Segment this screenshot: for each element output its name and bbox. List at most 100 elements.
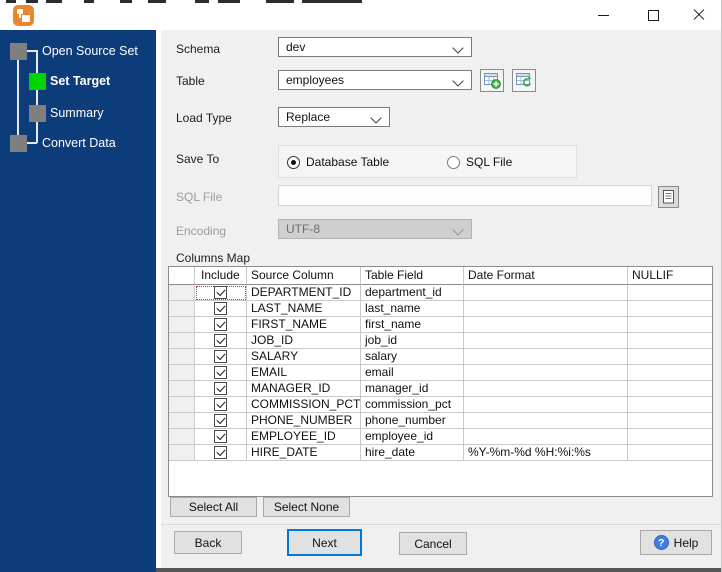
nullif-cell[interactable] [628, 397, 712, 413]
include-cell[interactable] [195, 301, 247, 317]
help-button[interactable]: ? Help [640, 530, 712, 555]
table-field-cell[interactable]: hire_date [361, 445, 464, 461]
radio-selected-icon [287, 155, 300, 169]
include-cell[interactable] [195, 445, 247, 461]
date-format-cell[interactable] [464, 333, 628, 349]
row-selector[interactable] [169, 317, 195, 333]
include-checkbox[interactable] [214, 382, 227, 395]
row-selector[interactable] [169, 285, 195, 301]
table-field-cell[interactable]: phone_number [361, 413, 464, 429]
include-checkbox[interactable] [214, 446, 227, 459]
include-checkbox[interactable] [214, 318, 227, 331]
nullif-cell[interactable] [628, 413, 712, 429]
minimize-button[interactable] [588, 1, 618, 29]
include-cell[interactable] [195, 397, 247, 413]
source-column-cell[interactable]: LAST_NAME [247, 301, 361, 317]
row-selector[interactable] [169, 381, 195, 397]
table-field-cell[interactable]: employee_id [361, 429, 464, 445]
nullif-cell[interactable] [628, 285, 712, 301]
include-checkbox[interactable] [214, 398, 227, 411]
source-column-header: Source Column [247, 267, 361, 285]
include-checkbox[interactable] [214, 430, 227, 443]
schema-select[interactable]: dev [278, 37, 472, 57]
nullif-cell[interactable] [628, 429, 712, 445]
date-format-cell[interactable] [464, 429, 628, 445]
include-checkbox[interactable] [214, 414, 227, 427]
close-button[interactable] [684, 1, 714, 29]
include-cell[interactable] [195, 413, 247, 429]
date-format-cell[interactable] [464, 285, 628, 301]
nullif-cell[interactable] [628, 445, 712, 461]
source-column-cell[interactable]: EMPLOYEE_ID [247, 429, 361, 445]
include-cell[interactable] [195, 381, 247, 397]
nullif-cell[interactable] [628, 301, 712, 317]
encoding-label: Encoding [176, 224, 227, 238]
include-checkbox[interactable] [214, 366, 227, 379]
back-button[interactable]: Back [174, 531, 242, 554]
include-checkbox[interactable] [214, 286, 227, 299]
maximize-button[interactable] [638, 1, 668, 29]
include-cell[interactable] [195, 317, 247, 333]
refresh-tables-button[interactable] [512, 69, 536, 92]
source-column-cell[interactable]: MANAGER_ID [247, 381, 361, 397]
source-column-cell[interactable]: DEPARTMENT_ID [247, 285, 361, 301]
row-selector[interactable] [169, 301, 195, 317]
date-format-cell[interactable]: %Y-%m-%d %H:%i:%s [464, 445, 628, 461]
include-cell[interactable] [195, 285, 247, 301]
date-format-cell[interactable] [464, 397, 628, 413]
table-field-cell[interactable]: first_name [361, 317, 464, 333]
add-table-icon [483, 73, 501, 89]
row-selector[interactable] [169, 333, 195, 349]
cancel-button[interactable]: Cancel [399, 532, 467, 555]
table-field-cell[interactable]: last_name [361, 301, 464, 317]
include-cell[interactable] [195, 349, 247, 365]
source-column-cell[interactable]: COMMISSION_PCT [247, 397, 361, 413]
source-column-cell[interactable]: HIRE_DATE [247, 445, 361, 461]
date-format-cell[interactable] [464, 349, 628, 365]
source-column-cell[interactable]: SALARY [247, 349, 361, 365]
nullif-cell[interactable] [628, 317, 712, 333]
source-column-cell[interactable]: JOB_ID [247, 333, 361, 349]
date-format-cell[interactable] [464, 413, 628, 429]
browse-sql-file-button[interactable] [658, 186, 679, 208]
nullif-cell[interactable] [628, 381, 712, 397]
table-select[interactable]: employees [278, 70, 472, 90]
nullif-cell[interactable] [628, 333, 712, 349]
table-field-cell[interactable]: salary [361, 349, 464, 365]
next-button[interactable]: Next [287, 529, 362, 556]
row-selector[interactable] [169, 397, 195, 413]
date-format-cell[interactable] [464, 301, 628, 317]
row-selector[interactable] [169, 413, 195, 429]
table-field-cell[interactable]: commission_pct [361, 397, 464, 413]
table-row: JOB_ID job_id [169, 333, 712, 349]
table-field-cell[interactable]: email [361, 365, 464, 381]
source-column-cell[interactable]: FIRST_NAME [247, 317, 361, 333]
nullif-cell[interactable] [628, 349, 712, 365]
select-none-button[interactable]: Select None [263, 497, 350, 517]
table-field-cell[interactable]: manager_id [361, 381, 464, 397]
include-checkbox[interactable] [214, 350, 227, 363]
select-all-button[interactable]: Select All [170, 497, 257, 517]
include-cell[interactable] [195, 365, 247, 381]
date-format-cell[interactable] [464, 317, 628, 333]
include-checkbox[interactable] [214, 334, 227, 347]
row-selector[interactable] [169, 429, 195, 445]
date-format-cell[interactable] [464, 365, 628, 381]
create-table-button[interactable] [480, 69, 504, 92]
row-selector[interactable] [169, 349, 195, 365]
include-cell[interactable] [195, 333, 247, 349]
row-selector[interactable] [169, 365, 195, 381]
save-to-sql-file-option[interactable]: SQL File [447, 155, 512, 169]
source-column-cell[interactable]: PHONE_NUMBER [247, 413, 361, 429]
table-field-cell[interactable]: job_id [361, 333, 464, 349]
include-checkbox[interactable] [214, 302, 227, 315]
row-selector[interactable] [169, 445, 195, 461]
save-to-database-table-option[interactable]: Database Table [287, 155, 389, 169]
table-field-cell[interactable]: department_id [361, 285, 464, 301]
source-column-cell[interactable]: EMAIL [247, 365, 361, 381]
nullif-cell[interactable] [628, 365, 712, 381]
date-format-cell[interactable] [464, 381, 628, 397]
set-target-panel: Schema dev Table employees Load Type Rep… [161, 30, 721, 568]
include-cell[interactable] [195, 429, 247, 445]
load-type-select[interactable]: Replace [278, 107, 390, 127]
